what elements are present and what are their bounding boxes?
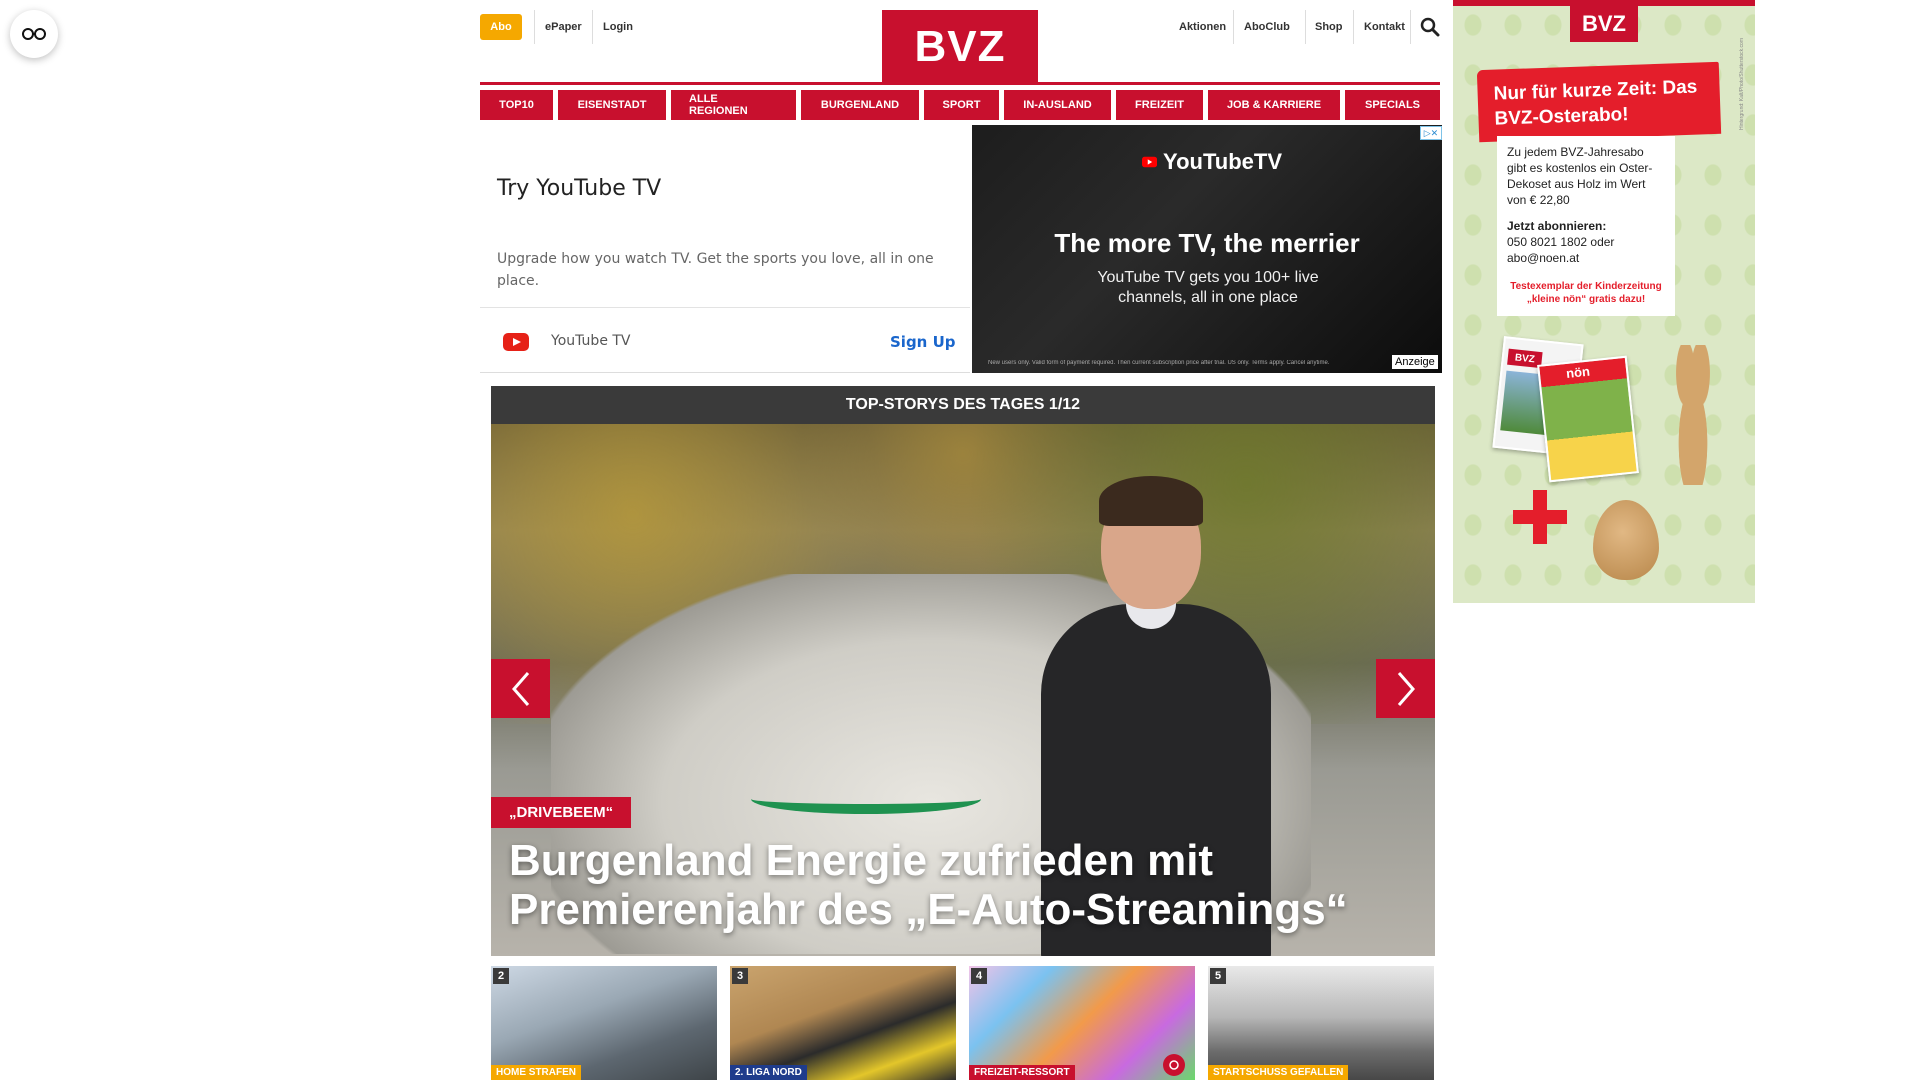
ad-logo: BVZ xyxy=(1570,6,1638,42)
divider xyxy=(1353,10,1354,44)
ad-label: Anzeige xyxy=(1392,355,1438,369)
story-thumb-3[interactable]: 3 2. LIGA NORD xyxy=(730,966,956,1080)
plus-icon xyxy=(1513,490,1567,544)
story-thumb-4[interactable]: 4 FREIZEIT-RESSORT xyxy=(969,966,1195,1080)
bunny-image xyxy=(1668,345,1718,485)
ad-credit: Hintergrund: Kalt/Photo/Shutterstock.com xyxy=(1739,38,1745,130)
nav-item-top10[interactable]: TOP10 xyxy=(480,90,553,120)
chevron-right-icon xyxy=(1397,671,1415,706)
nav-item-burgenland[interactable]: BURGENLAND xyxy=(801,90,919,120)
divider xyxy=(534,10,535,44)
ad-subscribe-label: Jetzt abonnieren: xyxy=(1507,219,1607,233)
ad-fine-print: New users only. Valid form of payment re… xyxy=(988,360,1330,366)
nav-item-sport[interactable]: SPORT xyxy=(924,90,999,120)
story-number: 2 xyxy=(493,968,509,984)
ad-kinder-note: Testexemplar der Kinderzeitung „kleine n… xyxy=(1510,281,1662,305)
youtube-icon xyxy=(503,333,529,351)
ad-contact: 050 8021 1802 oder abo@noen.at xyxy=(1507,235,1615,265)
divider xyxy=(480,307,970,308)
divider xyxy=(1410,10,1411,44)
chevron-left-icon xyxy=(511,671,529,706)
main-nav: TOP10 EISENSTADT ALLE REGIONEN BURGENLAN… xyxy=(480,90,1440,120)
youtube-tv-wordmark: YouTubeTV xyxy=(1163,149,1282,174)
glasses-icon xyxy=(22,28,46,40)
story-thumb-5[interactable]: 5 STARTSCHUSS GEFALLEN xyxy=(1208,966,1434,1080)
ad-subline: YouTube TV gets you 100+ live channels, … xyxy=(1097,269,1319,306)
header-link-kontakt[interactable]: Kontakt xyxy=(1364,14,1405,40)
nav-item-job-karriere[interactable]: JOB & KARRIERE xyxy=(1208,90,1340,120)
ad-brand: YouTube TV xyxy=(551,333,631,349)
nav-item-specials[interactable]: SPECIALS xyxy=(1345,90,1440,120)
nav-item-freizeit[interactable]: FREIZEIT xyxy=(1116,90,1203,120)
accessibility-button[interactable] xyxy=(10,10,58,58)
story-tag: STARTSCHUSS GEFALLEN xyxy=(1208,1065,1349,1080)
divider xyxy=(1233,10,1234,44)
story-number: 5 xyxy=(1210,968,1226,984)
car-stripe xyxy=(751,784,981,814)
story-tag: 2. LIGA NORD xyxy=(730,1065,807,1080)
nav-item-eisenstadt[interactable]: EISENSTADT xyxy=(558,90,666,120)
nav-item-alle-regionen[interactable]: ALLE REGIONEN xyxy=(671,90,796,120)
sidebar-ad[interactable]: BVZ Hintergrund: Kalt/Photo/Shutterstock… xyxy=(1453,0,1755,603)
story-number: 4 xyxy=(971,968,987,984)
login-link[interactable]: Login xyxy=(603,14,633,40)
carousel-next-button[interactable] xyxy=(1376,659,1435,718)
story-thumb-2[interactable]: 2 HOME STRAFEN xyxy=(491,966,717,1080)
search-icon[interactable] xyxy=(1420,17,1440,37)
header-divider xyxy=(480,82,1440,85)
ad-signup-button[interactable]: Sign Up xyxy=(890,333,956,351)
header-link-aboclub[interactable]: AboClub xyxy=(1244,14,1290,40)
ad-banner: Nur für kurze Zeit: Das BVZ-Osterabo! xyxy=(1476,61,1722,143)
divider xyxy=(1305,10,1306,44)
divider xyxy=(592,10,593,44)
epaper-link[interactable]: ePaper xyxy=(545,14,582,40)
hero-category-tag[interactable]: „DRIVEBEEM“ xyxy=(491,797,632,828)
header-link-aktionen[interactable]: Aktionen xyxy=(1179,14,1226,40)
story-number: 3 xyxy=(732,968,748,984)
carousel-prev-button[interactable] xyxy=(491,659,550,718)
nav-item-in-ausland[interactable]: IN-AUSLAND xyxy=(1004,90,1111,120)
top-stories-header: TOP-STORYS DES TAGES 1/12 xyxy=(491,386,1435,424)
magazine-logo: nön xyxy=(1565,363,1591,381)
story-tag: FREIZEIT-RESSORT xyxy=(969,1065,1075,1080)
ad-body: Zu jedem BVZ-Jahresabo gibt es kostenlos… xyxy=(1507,145,1653,207)
header-link-shop[interactable]: Shop xyxy=(1315,14,1343,40)
story-tag: HOME STRAFEN xyxy=(491,1065,581,1080)
hero-headline[interactable]: Burgenland Energie zufrieden mit Premier… xyxy=(509,836,1409,934)
adchoices-icon[interactable]: ▷✕ xyxy=(1420,126,1442,140)
abo-button[interactable]: Abo xyxy=(480,14,522,40)
site-logo[interactable]: BVZ xyxy=(882,10,1038,84)
youtube-tv-logo: YouTubeTV xyxy=(1142,148,1282,176)
magazine-image: nön xyxy=(1537,355,1639,483)
youtube-icon xyxy=(1142,156,1158,168)
ad-title[interactable]: Try YouTube TV xyxy=(497,176,661,201)
camera-icon xyxy=(1163,1054,1185,1076)
ad-headline: The more TV, the merrier xyxy=(1054,228,1360,258)
ad-description: Upgrade how you watch TV. Get the sports… xyxy=(497,251,934,289)
